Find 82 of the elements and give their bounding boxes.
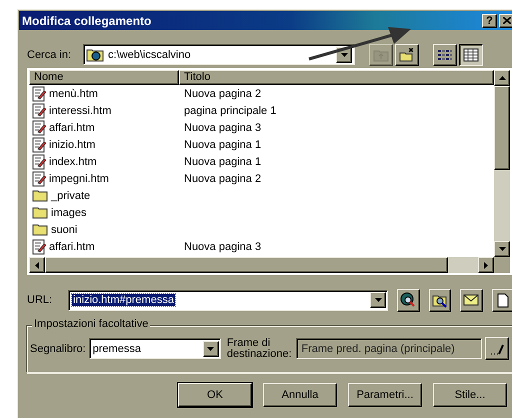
page-icon — [32, 238, 46, 254]
globe-search-icon — [400, 292, 416, 308]
scroll-right-button[interactable] — [478, 257, 494, 273]
file-name[interactable]: affari.htm — [49, 240, 95, 252]
url-field[interactable]: inizio.htm#premessa — [68, 290, 388, 310]
target-frame-field: Frame pred. pagina (principale) — [296, 338, 482, 359]
web-folder-icon — [86, 48, 104, 62]
page-title: Nuova pagina 2 — [183, 88, 262, 100]
bookmark-label: Segnalibro: — [30, 342, 86, 354]
bookmark-dropdown[interactable]: premessa — [88, 338, 221, 359]
dropdown-button[interactable] — [202, 340, 219, 356]
edit-frame-button[interactable] — [485, 337, 509, 360]
caret-icon — [484, 262, 488, 268]
bookmark-value: premessa — [92, 342, 142, 354]
folder-name[interactable]: images — [51, 206, 86, 218]
caret-icon — [207, 346, 214, 350]
look-in-dropdown[interactable]: c:\web\icscalvino — [83, 44, 356, 65]
new-folder-icon — [399, 48, 416, 62]
details-view-button[interactable] — [459, 44, 484, 66]
new-folder-button[interactable] — [395, 44, 420, 66]
column-header[interactable]: Nome — [29, 70, 179, 85]
page-title: Nuova pagina 3 — [183, 240, 262, 252]
close-button[interactable] — [499, 14, 512, 28]
page-title: pagina principale 1 — [183, 104, 276, 116]
scrollbar-thumb[interactable] — [45, 257, 448, 273]
page-icon — [32, 136, 46, 152]
target-frame-label: Frame di destinazione: — [226, 338, 293, 360]
scroll-up-button[interactable] — [494, 70, 510, 86]
file-name[interactable]: affari.htm — [49, 122, 95, 134]
dialog-button[interactable]: Annulla — [263, 383, 337, 407]
url-value: inizio.htm#premessa — [72, 294, 175, 306]
column-header[interactable]: Titolo — [179, 70, 494, 85]
folder-icon — [32, 223, 48, 236]
file-name[interactable]: impegni.htm — [49, 172, 109, 184]
help-button[interactable]: ? — [482, 14, 497, 28]
page-title: Nuova pagina 1 — [183, 156, 262, 168]
dialog-button[interactable]: OK — [178, 383, 252, 407]
file-name[interactable]: interessi.htm — [49, 104, 112, 116]
file-name[interactable]: menù.htm — [49, 88, 98, 100]
url-label: URL: — [27, 294, 52, 306]
page-icon — [32, 170, 46, 186]
page-icon — [32, 120, 46, 136]
folder-name[interactable]: _private — [51, 190, 90, 202]
folder-icon — [32, 189, 48, 202]
file-name[interactable]: index.htm — [49, 156, 97, 168]
page-title: Nuova pagina 2 — [183, 172, 262, 184]
caret-icon — [498, 76, 506, 80]
caret-icon — [35, 262, 39, 268]
caret-icon — [374, 298, 382, 302]
blank-page-icon — [496, 292, 509, 308]
look-in-label: Cerca in: — [27, 48, 72, 60]
dropdown-button[interactable] — [370, 292, 386, 308]
details-view-icon — [463, 48, 480, 62]
caret-icon — [498, 247, 506, 251]
page-icon — [32, 154, 46, 170]
group-legend: Impostazioni facoltative — [32, 318, 150, 330]
caret-icon — [340, 52, 348, 56]
list-view-button[interactable] — [433, 44, 458, 66]
file-name[interactable]: inizio.htm — [49, 138, 96, 150]
scroll-down-button[interactable] — [494, 241, 510, 257]
look-in-path: c:\web\icscalvino — [108, 48, 192, 60]
file-search-button[interactable] — [428, 288, 452, 312]
envelope-icon — [463, 294, 480, 306]
page-title: Nuova pagina 1 — [183, 138, 262, 150]
close-icon — [502, 17, 510, 24]
dialog-button[interactable]: Parametri... — [348, 383, 422, 407]
dots-pencil-icon — [490, 342, 504, 354]
email-button[interactable] — [460, 288, 483, 312]
page-title: Nuova pagina 3 — [183, 122, 262, 134]
dialog-button[interactable]: Stile... — [433, 383, 507, 407]
window-title: Modifica collegamento — [22, 14, 152, 28]
up-folder-icon — [373, 48, 390, 62]
web-search-button[interactable] — [397, 288, 420, 312]
new-page-button[interactable] — [492, 288, 512, 312]
scroll-left-button[interactable] — [29, 257, 45, 273]
scrollbar-thumb[interactable] — [494, 86, 510, 170]
folder-name[interactable]: suoni — [51, 224, 78, 236]
page-icon — [32, 102, 46, 118]
folder-icon — [32, 206, 48, 219]
list-view-icon — [437, 48, 454, 62]
page-icon — [32, 86, 46, 102]
scrollbar-corner — [494, 257, 510, 273]
